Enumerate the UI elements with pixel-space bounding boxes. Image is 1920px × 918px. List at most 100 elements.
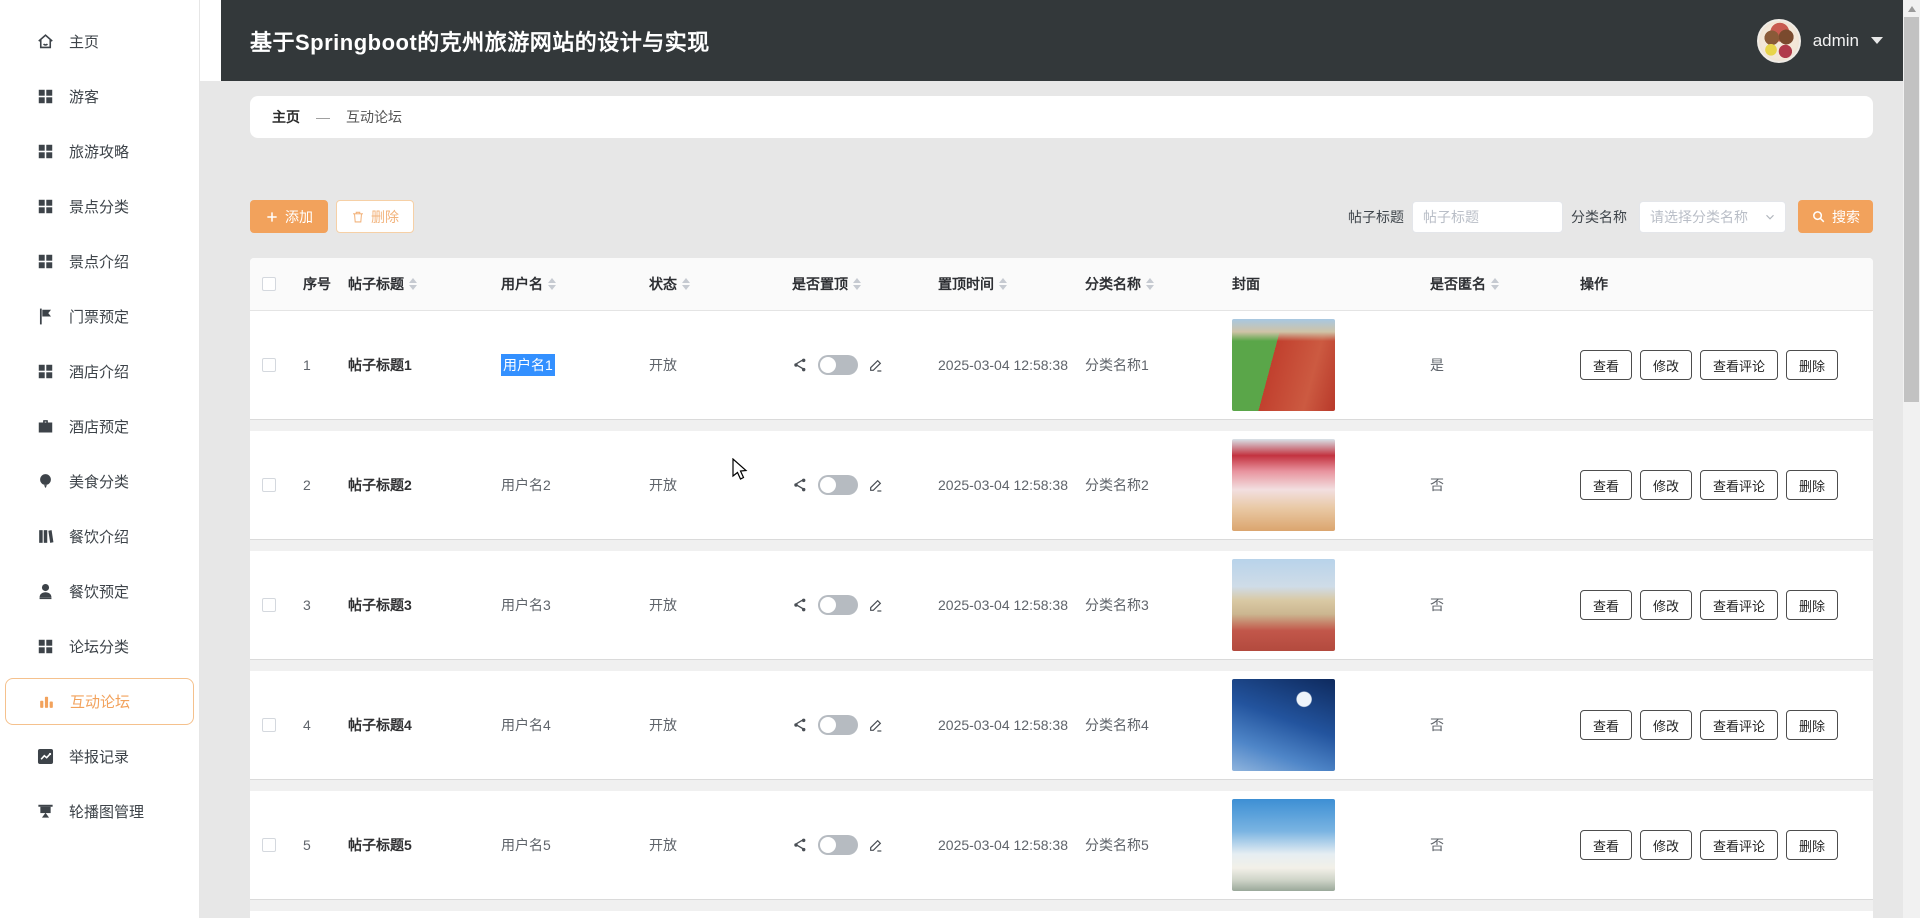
share-icon	[792, 597, 808, 613]
sidebar-item-餐饮介绍[interactable]: 餐饮介绍	[0, 509, 199, 564]
category-cell: 分类名称4	[1079, 715, 1226, 735]
row-action-删除-button[interactable]: 删除	[1786, 830, 1838, 860]
row-action-修改-button[interactable]: 修改	[1640, 350, 1692, 380]
row-action-修改-button[interactable]: 修改	[1640, 590, 1692, 620]
sidebar-item-美食分类[interactable]: 美食分类	[0, 454, 199, 509]
cover-image-berry-dessert[interactable]	[1232, 439, 1335, 531]
category-select[interactable]: 请选择分类名称	[1639, 201, 1786, 233]
delete-button[interactable]: 删除	[336, 200, 414, 233]
row-action-查看-button[interactable]: 查看	[1580, 590, 1632, 620]
row-checkbox[interactable]	[262, 478, 276, 492]
cover-image-city-track[interactable]	[1232, 559, 1335, 651]
row-action-删除-button[interactable]: 删除	[1786, 470, 1838, 500]
checkbox-cell	[250, 838, 297, 852]
sidebar-item-label: 主页	[69, 31, 99, 52]
search-icon	[1811, 209, 1826, 224]
sort-icon[interactable]	[853, 278, 861, 290]
actions-cell: 查看修改查看评论删除	[1574, 830, 1873, 860]
sort-icon[interactable]	[682, 278, 690, 290]
avatar[interactable]	[1757, 19, 1801, 63]
sidebar-item-label: 美食分类	[69, 471, 129, 492]
pinned-toggle[interactable]	[818, 715, 858, 735]
grid-icon	[36, 142, 55, 161]
pinned-toggle[interactable]	[818, 595, 858, 615]
index-cell: 5	[297, 837, 342, 853]
add-button[interactable]: 添加	[250, 200, 328, 233]
sort-icon[interactable]	[1491, 278, 1499, 290]
sort-icon[interactable]	[999, 278, 1007, 290]
row-checkbox[interactable]	[262, 358, 276, 372]
sidebar-item-互动论坛[interactable]: 互动论坛	[5, 678, 194, 725]
post-title-cell: 帖子标题3	[342, 595, 495, 615]
cover-image-sky-stadium[interactable]	[1232, 799, 1335, 891]
sidebar-item-旅游攻略[interactable]: 旅游攻略	[0, 124, 199, 179]
sidebar-item-景点分类[interactable]: 景点分类	[0, 179, 199, 234]
scrollbar-thumb[interactable]	[1904, 17, 1919, 402]
row-checkbox[interactable]	[262, 598, 276, 612]
user-menu[interactable]: admin	[1757, 19, 1883, 63]
pinned-toggle[interactable]	[818, 835, 858, 855]
grid-icon	[36, 87, 55, 106]
select-all-checkbox[interactable]	[262, 277, 276, 291]
status-cell: 开放	[643, 595, 786, 615]
edit-pencil-icon[interactable]	[868, 717, 884, 733]
sidebar-item-餐饮预定[interactable]: 餐饮预定	[0, 564, 199, 619]
row-action-查看评论-button[interactable]: 查看评论	[1700, 830, 1778, 860]
home-icon	[36, 32, 55, 51]
scrollbar[interactable]	[1903, 0, 1920, 918]
row-action-修改-button[interactable]: 修改	[1640, 830, 1692, 860]
search-button-label: 搜索	[1832, 207, 1860, 227]
row-action-查看-button[interactable]: 查看	[1580, 830, 1632, 860]
index-cell: 3	[297, 597, 342, 613]
sidebar-item-举报记录[interactable]: 举报记录	[0, 729, 199, 784]
status-cell: 开放	[643, 715, 786, 735]
chevron-down-icon	[1763, 210, 1777, 224]
page-title: 基于Springboot的克州旅游网站的设计与实现	[250, 25, 710, 57]
row-action-删除-button[interactable]: 删除	[1786, 590, 1838, 620]
row-action-查看评论-button[interactable]: 查看评论	[1700, 710, 1778, 740]
pinned-toggle[interactable]	[818, 475, 858, 495]
sidebar-item-景点介绍[interactable]: 景点介绍	[0, 234, 199, 289]
row-action-删除-button[interactable]: 删除	[1786, 710, 1838, 740]
row-checkbox[interactable]	[262, 718, 276, 732]
pinned-toggle[interactable]	[818, 355, 858, 375]
row-action-查看评论-button[interactable]: 查看评论	[1700, 470, 1778, 500]
edit-pencil-icon[interactable]	[868, 357, 884, 373]
edit-pencil-icon[interactable]	[868, 597, 884, 613]
index-cell: 4	[297, 717, 342, 733]
row-checkbox[interactable]	[262, 838, 276, 852]
row-action-删除-button[interactable]: 删除	[1786, 350, 1838, 380]
sidebar-item-门票预定[interactable]: 门票预定	[0, 289, 199, 344]
grid-icon	[36, 362, 55, 381]
post-title-input[interactable]	[1412, 201, 1563, 233]
scrollbar-up-arrow[interactable]	[1903, 0, 1920, 17]
category-select-placeholder: 请选择分类名称	[1650, 207, 1748, 227]
cover-cell	[1226, 679, 1424, 771]
sort-icon[interactable]	[1146, 278, 1154, 290]
cover-cell	[1226, 319, 1424, 411]
sort-icon[interactable]	[548, 278, 556, 290]
sidebar-item-游客[interactable]: 游客	[0, 69, 199, 124]
sidebar-item-酒店预定[interactable]: 酒店预定	[0, 399, 199, 454]
search-button[interactable]: 搜索	[1798, 200, 1873, 233]
sort-icon[interactable]	[409, 278, 417, 290]
edit-pencil-icon[interactable]	[868, 477, 884, 493]
column-header-置顶时间: 置顶时间	[932, 274, 1079, 294]
sidebar-item-论坛分类[interactable]: 论坛分类	[0, 619, 199, 674]
edit-pencil-icon[interactable]	[868, 837, 884, 853]
row-action-查看-button[interactable]: 查看	[1580, 470, 1632, 500]
cover-image-anime-night[interactable]	[1232, 679, 1335, 771]
sidebar-item-轮播图管理[interactable]: 轮播图管理	[0, 784, 199, 839]
sidebar-item-主页[interactable]: 主页	[0, 14, 199, 69]
category-cell: 分类名称3	[1079, 595, 1226, 615]
row-action-修改-button[interactable]: 修改	[1640, 710, 1692, 740]
row-action-查看-button[interactable]: 查看	[1580, 350, 1632, 380]
username-cell: 用户名4	[495, 715, 643, 735]
row-action-查看评论-button[interactable]: 查看评论	[1700, 590, 1778, 620]
row-action-查看-button[interactable]: 查看	[1580, 710, 1632, 740]
row-action-查看评论-button[interactable]: 查看评论	[1700, 350, 1778, 380]
row-action-修改-button[interactable]: 修改	[1640, 470, 1692, 500]
breadcrumb-home[interactable]: 主页	[272, 107, 300, 127]
cover-image-track-field[interactable]	[1232, 319, 1335, 411]
sidebar-item-酒店介绍[interactable]: 酒店介绍	[0, 344, 199, 399]
